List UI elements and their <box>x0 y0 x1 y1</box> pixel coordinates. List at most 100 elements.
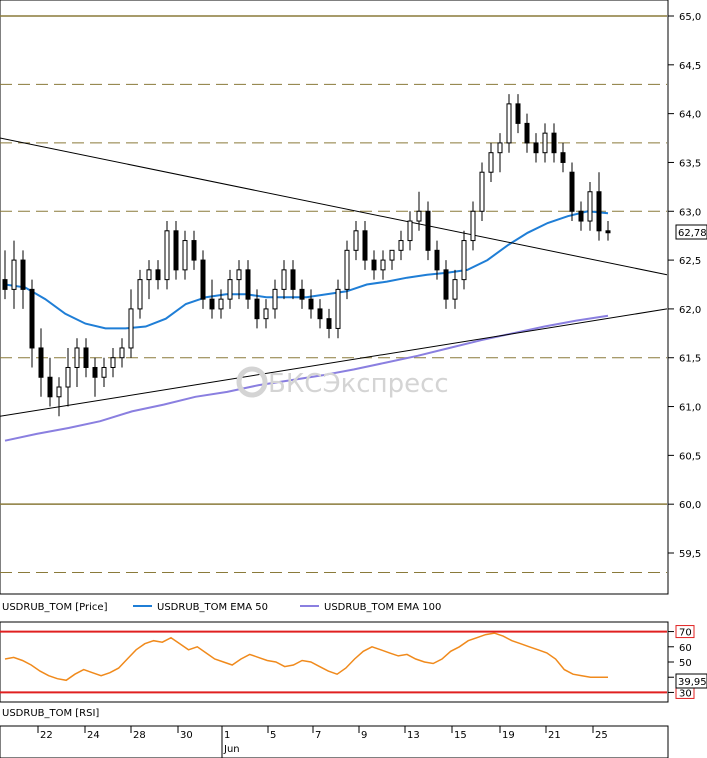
rsi-panel <box>0 621 669 703</box>
x-tick-label-7: 9 <box>361 730 367 741</box>
x-tick-label-12: 25 <box>595 730 608 741</box>
candle-body-26 <box>236 269 242 281</box>
candle-body-52 <box>470 210 476 242</box>
x-month-label: Jun <box>223 744 240 755</box>
candle-body-3 <box>29 288 35 349</box>
candle-body-41 <box>371 259 377 271</box>
y-tick-label-8: 63,5 <box>679 158 701 169</box>
watermark: БКСЭкспресс <box>236 366 449 399</box>
candle-body-10 <box>92 366 98 378</box>
x-tick-label-10: 19 <box>502 730 515 741</box>
rsi-value-label: 39,95 <box>678 677 707 688</box>
candle-body-9 <box>83 347 89 368</box>
candle-body-53 <box>479 171 485 212</box>
candle-body-45 <box>407 220 413 242</box>
price-chart: БКСЭкспресс 59,5 60,0 60,5 61,0 61,5 62,0 62,5… <box>0 0 707 758</box>
x-tick-label-1: 24 <box>87 730 100 741</box>
candle-body-5 <box>47 376 53 398</box>
x-tick-label-0: 22 <box>40 730 53 741</box>
rsi-label: USDRUB_TOM [RSI] <box>2 708 99 719</box>
x-tick-label-5: 5 <box>270 730 276 741</box>
y-tick-label-9: 64,0 <box>679 110 701 121</box>
candle-body-43 <box>389 249 395 261</box>
candle-body-8 <box>74 347 80 368</box>
candle-body-42 <box>380 259 386 271</box>
candle-body-7 <box>65 366 71 388</box>
candle-body-25 <box>227 279 233 300</box>
y-tick-label-7: 63,0 <box>679 207 701 218</box>
candle-body-4 <box>38 347 44 378</box>
candle-body-32 <box>290 269 296 290</box>
candle-body-27 <box>245 269 251 300</box>
legend-price: USDRUB_TOM [Price] <box>2 602 108 613</box>
price-axis: 59,5 60,0 60,5 61,0 61,5 62,0 62,5 63,0 63,5 64,0… <box>668 12 701 560</box>
candle-body-34 <box>308 298 314 310</box>
candle-body-1 <box>11 259 17 290</box>
candle-body-23 <box>209 298 215 310</box>
candle-body-15 <box>137 279 143 310</box>
candle-body-18 <box>164 230 170 281</box>
x-tick-label-6: 7 <box>315 730 321 741</box>
candle-body-66 <box>596 191 602 232</box>
candle-body-50 <box>452 279 458 300</box>
candle-body-22 <box>200 259 206 300</box>
y-tick-label-11: 65,0 <box>679 12 701 23</box>
candle-body-60 <box>542 132 548 154</box>
x-tick-label-11: 21 <box>548 730 561 741</box>
current-price-label: 62,782 <box>678 228 707 239</box>
candle-body-21 <box>191 240 197 261</box>
watermark-text: БКСЭкспресс <box>268 369 449 399</box>
candle-body-55 <box>497 142 503 154</box>
candle-body-31 <box>281 269 287 290</box>
candle-body-44 <box>398 240 404 251</box>
candle-body-20 <box>182 240 188 271</box>
candle-body-17 <box>155 269 161 281</box>
candle-body-49 <box>443 269 449 300</box>
candle-body-33 <box>299 288 305 300</box>
candle-body-37 <box>335 288 341 329</box>
candle-body-65 <box>587 191 593 222</box>
candle-body-30 <box>272 288 278 310</box>
rsi-tick-label-2: 50 <box>679 658 692 669</box>
x-tick-label-9: 15 <box>454 730 467 741</box>
x-tick-label-2: 28 <box>133 730 146 741</box>
candle-body-2 <box>20 259 26 290</box>
candle-body-38 <box>344 249 350 290</box>
candle-body-47 <box>425 210 431 251</box>
rsi-tick-label-4: 30 <box>679 688 692 699</box>
legend-ema100: USDRUB_TOM EMA 100 <box>324 602 441 613</box>
candle-body-24 <box>218 298 224 310</box>
time-axis <box>0 725 669 758</box>
candle-body-28 <box>254 298 260 320</box>
x-tick-label-3: 30 <box>180 730 193 741</box>
candle-body-48 <box>434 249 440 271</box>
y-tick-label-10: 64,5 <box>679 61 701 72</box>
x-tick-label-4: 1 <box>224 730 230 741</box>
candle-body-40 <box>362 230 368 261</box>
candle-body-13 <box>119 347 125 359</box>
candle-body-64 <box>578 210 584 222</box>
candle-body-67 <box>605 230 611 234</box>
candle-body-6 <box>56 386 62 398</box>
y-tick-label-2: 60,5 <box>679 451 701 462</box>
candle-body-46 <box>416 210 422 222</box>
rsi-tick-label-1: 60 <box>679 643 692 654</box>
candle-body-35 <box>317 308 323 320</box>
candle-body-61 <box>551 132 557 154</box>
y-tick-label-6: 62,5 <box>679 256 701 267</box>
candle-body-63 <box>569 171 575 212</box>
candle-body-12 <box>110 357 116 368</box>
legend: USDRUB_TOM [Price] USDRUB_TOM EMA 50 USD… <box>2 602 441 613</box>
y-tick-label-0: 59,5 <box>679 549 701 560</box>
candle-body-57 <box>515 103 521 124</box>
candle-body-11 <box>101 366 107 378</box>
candle-body-16 <box>146 269 152 281</box>
candle-body-14 <box>128 308 134 349</box>
rsi-tick-label-0: 70 <box>679 628 692 639</box>
candle-body-29 <box>263 308 269 320</box>
candle-body-54 <box>488 152 494 173</box>
candle-body-19 <box>173 230 179 271</box>
candle-body-62 <box>560 152 566 163</box>
candle-body-56 <box>506 103 512 144</box>
legend-ema50: USDRUB_TOM EMA 50 <box>157 602 268 613</box>
